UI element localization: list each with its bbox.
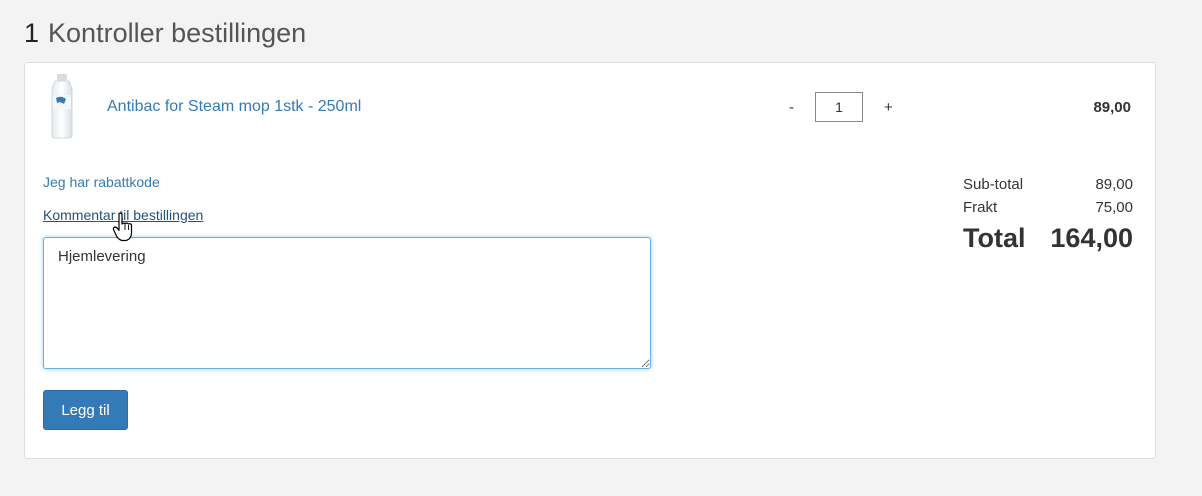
total-label: Total (963, 223, 1026, 253)
page-title-text: Kontroller bestillingen (48, 18, 307, 48)
product-name-link[interactable]: Antibac for Steam mop 1stk - 250ml (107, 98, 361, 116)
order-totals: Sub-total 89,00 Frakt 75,00 Total 164,00 (963, 173, 1133, 255)
add-comment-button[interactable]: Legg til (43, 390, 128, 430)
subtotal-row: Sub-total 89,00 (963, 173, 1133, 196)
quantity-increase-button[interactable]: + (884, 99, 893, 116)
order-comment-field[interactable]: Hjemlevering (43, 237, 651, 369)
subtotal-label: Sub-total (963, 176, 1024, 193)
shipping-label: Frakt (963, 199, 998, 216)
total-value: 164,00 (1050, 223, 1133, 253)
discount-code-link[interactable]: Jeg har rabattkode (43, 174, 160, 190)
shipping-value: 75,00 (1095, 199, 1133, 216)
order-review-panel: Antibac for Steam mop 1stk - 250ml - + 8… (24, 62, 1156, 459)
quantity-input[interactable] (815, 92, 863, 122)
quantity-decrease-button[interactable]: - (789, 99, 794, 116)
shipping-row: Frakt 75,00 (963, 196, 1133, 219)
page-title: 1 Kontroller bestillingen (24, 16, 306, 50)
subtotal-value: 89,00 (1095, 176, 1133, 193)
line-item-price: 89,00 (1093, 99, 1131, 116)
step-number: 1 (24, 18, 40, 48)
order-comment-link[interactable]: Kommentar til bestillingen (43, 207, 203, 223)
total-row: Total 164,00 (963, 221, 1133, 255)
bottle-icon[interactable] (45, 73, 79, 139)
